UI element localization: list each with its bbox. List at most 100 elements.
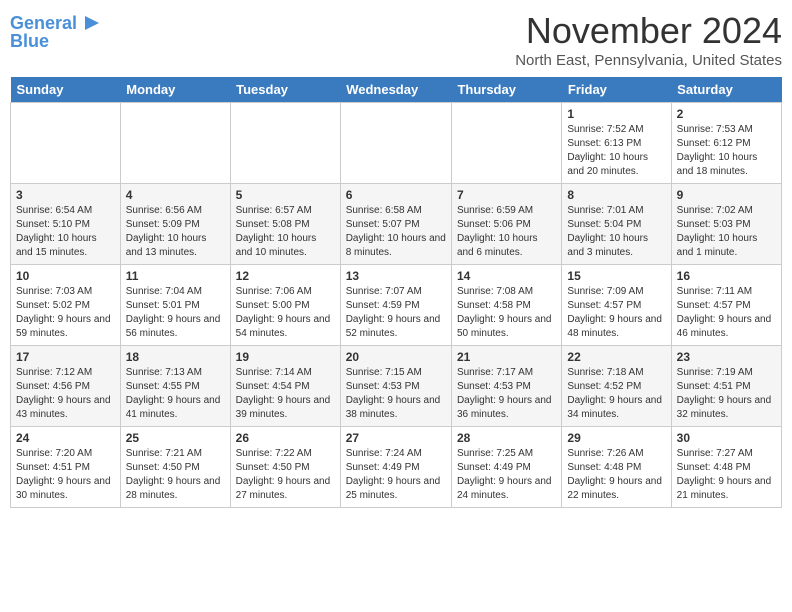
- day-info: Sunrise: 7:15 AM Sunset: 4:53 PM Dayligh…: [346, 366, 446, 422]
- calendar-day-cell: 15 Sunrise: 7:09 AM Sunset: 4:57 PM Dayli…: [562, 265, 671, 346]
- day-number: 14: [457, 269, 556, 283]
- calendar-week-row: 10 Sunrise: 7:03 AM Sunset: 5:02 PM Dayli…: [11, 265, 782, 346]
- header-sunday: Sunday: [11, 77, 121, 103]
- calendar-day-cell: 26 Sunrise: 7:22 AM Sunset: 4:50 PM Dayli…: [230, 427, 340, 508]
- calendar-day-cell: 12 Sunrise: 7:06 AM Sunset: 5:00 PM Dayli…: [230, 265, 340, 346]
- calendar-day-cell: 21Sunrise: 7:17 AM Sunset: 4:53 PM Dayli…: [451, 346, 561, 427]
- logo: General Blue: [10, 14, 101, 52]
- day-info: Sunrise: 6:56 AM Sunset: 5:09 PM Dayligh…: [126, 204, 225, 260]
- day-number: 24: [16, 431, 115, 445]
- calendar-day-cell: 5 Sunrise: 6:57 AM Sunset: 5:08 PM Daylig…: [230, 184, 340, 265]
- day-number: 20: [346, 350, 446, 364]
- calendar-day-cell: 27 Sunrise: 7:24 AM Sunset: 4:49 PM Dayli…: [340, 427, 451, 508]
- day-info: Sunrise: 7:03 AM Sunset: 5:02 PM Dayligh…: [16, 285, 115, 341]
- calendar-day-cell: 24 Sunrise: 7:20 AM Sunset: 4:51 PM Dayli…: [11, 427, 121, 508]
- day-info: Sunrise: 7:20 AM Sunset: 4:51 PM Dayligh…: [16, 447, 115, 503]
- day-info: Sunrise: 7:27 AM Sunset: 4:48 PM Dayligh…: [677, 447, 776, 503]
- day-info: Sunrise: 7:06 AM Sunset: 5:00 PM Dayligh…: [236, 285, 335, 341]
- header-tuesday: Tuesday: [230, 77, 340, 103]
- day-number: 13: [346, 269, 446, 283]
- day-info: Sunrise: 7:13 AM Sunset: 4:55 PM Dayligh…: [126, 366, 225, 422]
- day-number: 21: [457, 350, 556, 364]
- calendar-day-cell: [340, 103, 451, 184]
- calendar-day-cell: 13 Sunrise: 7:07 AM Sunset: 4:59 PM Dayli…: [340, 265, 451, 346]
- day-number: 1: [567, 107, 665, 121]
- day-info: Sunrise: 7:24 AM Sunset: 4:49 PM Dayligh…: [346, 447, 446, 503]
- day-number: 10: [16, 269, 115, 283]
- calendar-day-cell: [120, 103, 230, 184]
- day-number: 16: [677, 269, 776, 283]
- header-saturday: Saturday: [671, 77, 781, 103]
- calendar-week-row: 3 Sunrise: 6:54 AM Sunset: 5:10 PM Daylig…: [11, 184, 782, 265]
- day-number: 7: [457, 188, 556, 202]
- header-wednesday: Wednesday: [340, 77, 451, 103]
- day-number: 3: [16, 188, 115, 202]
- title-area: November 2024 North East, Pennsylvania, …: [515, 10, 782, 69]
- day-info: Sunrise: 7:07 AM Sunset: 4:59 PM Dayligh…: [346, 285, 446, 341]
- calendar-day-cell: 29Sunrise: 7:26 AM Sunset: 4:48 PM Dayli…: [562, 427, 671, 508]
- day-number: 2: [677, 107, 776, 121]
- calendar-day-cell: 19 Sunrise: 7:14 AM Sunset: 4:54 PM Dayli…: [230, 346, 340, 427]
- day-number: 27: [346, 431, 446, 445]
- calendar-day-cell: [451, 103, 561, 184]
- day-info: Sunrise: 7:14 AM Sunset: 4:54 PM Dayligh…: [236, 366, 335, 422]
- calendar-day-cell: 16 Sunrise: 7:11 AM Sunset: 4:57 PM Dayli…: [671, 265, 781, 346]
- day-number: 30: [677, 431, 776, 445]
- day-number: 26: [236, 431, 335, 445]
- calendar-day-cell: 4 Sunrise: 6:56 AM Sunset: 5:09 PM Daylig…: [120, 184, 230, 265]
- calendar-day-cell: 28 Sunrise: 7:25 AM Sunset: 4:49 PM Dayli…: [451, 427, 561, 508]
- day-number: 4: [126, 188, 225, 202]
- day-number: 25: [126, 431, 225, 445]
- calendar-day-cell: 25 Sunrise: 7:21 AM Sunset: 4:50 PM Dayli…: [120, 427, 230, 508]
- day-info: Sunrise: 7:12 AM Sunset: 4:56 PM Dayligh…: [16, 366, 115, 422]
- day-number: 23: [677, 350, 776, 364]
- day-number: 19: [236, 350, 335, 364]
- calendar-day-cell: 11Sunrise: 7:04 AM Sunset: 5:01 PM Dayli…: [120, 265, 230, 346]
- day-info: Sunrise: 7:22 AM Sunset: 4:50 PM Dayligh…: [236, 447, 335, 503]
- calendar-day-cell: 18 Sunrise: 7:13 AM Sunset: 4:55 PM Dayli…: [120, 346, 230, 427]
- calendar-day-cell: 3 Sunrise: 6:54 AM Sunset: 5:10 PM Daylig…: [11, 184, 121, 265]
- calendar-day-cell: 10 Sunrise: 7:03 AM Sunset: 5:02 PM Dayli…: [11, 265, 121, 346]
- header-friday: Friday: [562, 77, 671, 103]
- day-info: Sunrise: 7:01 AM Sunset: 5:04 PM Dayligh…: [567, 204, 665, 260]
- day-number: 28: [457, 431, 556, 445]
- month-title: November 2024: [515, 10, 782, 52]
- day-info: Sunrise: 7:53 AM Sunset: 6:12 PM Dayligh…: [677, 123, 776, 179]
- day-number: 12: [236, 269, 335, 283]
- calendar-day-cell: [230, 103, 340, 184]
- calendar-day-cell: 22Sunrise: 7:18 AM Sunset: 4:52 PM Dayli…: [562, 346, 671, 427]
- day-info: Sunrise: 7:52 AM Sunset: 6:13 PM Dayligh…: [567, 123, 665, 179]
- calendar-header-row: SundayMondayTuesdayWednesdayThursdayFrid…: [11, 77, 782, 103]
- logo-icon: [79, 12, 101, 34]
- day-info: Sunrise: 6:57 AM Sunset: 5:08 PM Dayligh…: [236, 204, 335, 260]
- day-info: Sunrise: 6:54 AM Sunset: 5:10 PM Dayligh…: [16, 204, 115, 260]
- day-number: 18: [126, 350, 225, 364]
- day-info: Sunrise: 7:09 AM Sunset: 4:57 PM Dayligh…: [567, 285, 665, 341]
- day-info: Sunrise: 6:58 AM Sunset: 5:07 PM Dayligh…: [346, 204, 446, 260]
- day-number: 15: [567, 269, 665, 283]
- day-number: 22: [567, 350, 665, 364]
- logo-text-line2: Blue: [10, 32, 49, 52]
- day-info: Sunrise: 7:11 AM Sunset: 4:57 PM Dayligh…: [677, 285, 776, 341]
- calendar-day-cell: 1 Sunrise: 7:52 AM Sunset: 6:13 PM Daylig…: [562, 103, 671, 184]
- calendar-day-cell: 23 Sunrise: 7:19 AM Sunset: 4:51 PM Dayli…: [671, 346, 781, 427]
- day-number: 5: [236, 188, 335, 202]
- day-number: 8: [567, 188, 665, 202]
- calendar-day-cell: [11, 103, 121, 184]
- calendar-day-cell: 14 Sunrise: 7:08 AM Sunset: 4:58 PM Dayli…: [451, 265, 561, 346]
- day-info: Sunrise: 7:19 AM Sunset: 4:51 PM Dayligh…: [677, 366, 776, 422]
- day-info: Sunrise: 7:04 AM Sunset: 5:01 PM Dayligh…: [126, 285, 225, 341]
- day-number: 6: [346, 188, 446, 202]
- day-info: Sunrise: 7:26 AM Sunset: 4:48 PM Dayligh…: [567, 447, 665, 503]
- day-info: Sunrise: 7:21 AM Sunset: 4:50 PM Dayligh…: [126, 447, 225, 503]
- calendar-day-cell: 2 Sunrise: 7:53 AM Sunset: 6:12 PM Daylig…: [671, 103, 781, 184]
- calendar-week-row: 24 Sunrise: 7:20 AM Sunset: 4:51 PM Dayli…: [11, 427, 782, 508]
- calendar-week-row: 1 Sunrise: 7:52 AM Sunset: 6:13 PM Daylig…: [11, 103, 782, 184]
- day-info: Sunrise: 7:08 AM Sunset: 4:58 PM Dayligh…: [457, 285, 556, 341]
- calendar-day-cell: 20 Sunrise: 7:15 AM Sunset: 4:53 PM Dayli…: [340, 346, 451, 427]
- calendar-week-row: 17Sunrise: 7:12 AM Sunset: 4:56 PM Dayli…: [11, 346, 782, 427]
- calendar-day-cell: 8 Sunrise: 7:01 AM Sunset: 5:04 PM Daylig…: [562, 184, 671, 265]
- calendar-table: SundayMondayTuesdayWednesdayThursdayFrid…: [10, 77, 782, 508]
- day-info: Sunrise: 7:25 AM Sunset: 4:49 PM Dayligh…: [457, 447, 556, 503]
- day-info: Sunrise: 7:02 AM Sunset: 5:03 PM Dayligh…: [677, 204, 776, 260]
